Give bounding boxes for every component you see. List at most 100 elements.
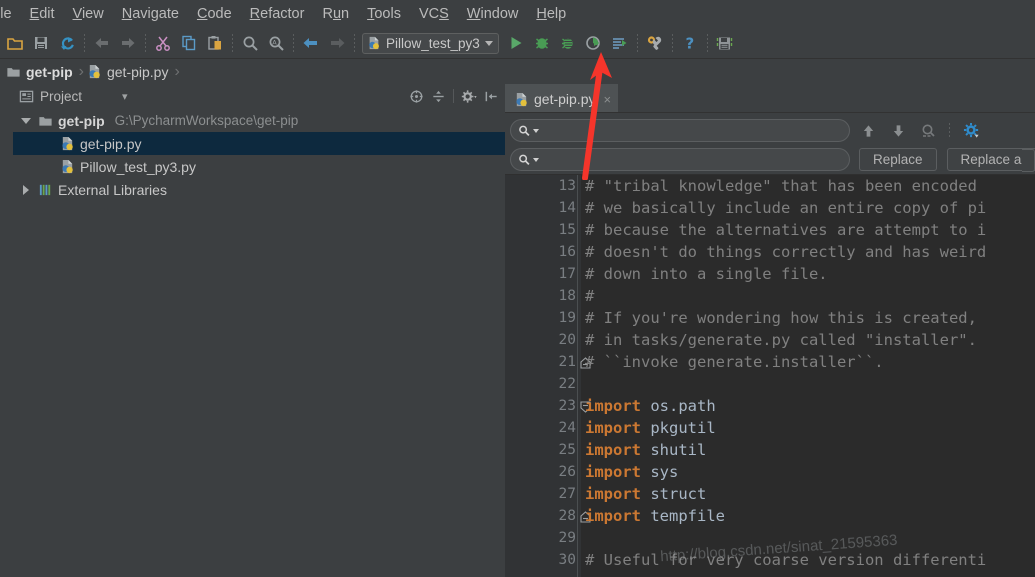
menu-item-tools[interactable]: Tools (358, 0, 410, 28)
code-line[interactable]: import pkgutil (585, 417, 1035, 439)
code-line[interactable]: # down into a single file. (585, 263, 1035, 285)
settings-wrench-icon[interactable] (642, 30, 668, 56)
find-icon[interactable] (237, 30, 263, 56)
gutter-line[interactable]: 22 (505, 373, 581, 395)
search-history-chevron-icon[interactable] (533, 128, 540, 133)
forward-icon[interactable] (324, 30, 350, 56)
run-configuration-selector[interactable]: Pillow_test_py3 (362, 32, 499, 54)
sdk-manager-icon[interactable] (712, 30, 738, 56)
code-line[interactable]: import sys (585, 461, 1035, 483)
menu-item-code[interactable]: Code (188, 0, 241, 28)
code-line[interactable] (585, 527, 1035, 549)
cut-icon[interactable] (150, 30, 176, 56)
menu-item-vcs[interactable]: VCS (410, 0, 458, 28)
gutter-line[interactable]: 16 (505, 241, 581, 263)
chevron-down-icon[interactable] (19, 117, 33, 124)
find-panel-overflow-button[interactable] (1022, 149, 1035, 172)
gutter-line[interactable]: 29 (505, 527, 581, 549)
close-icon[interactable]: × (603, 92, 611, 107)
run-dashboard-icon[interactable] (607, 30, 633, 56)
code-editor[interactable]: 13 14 15 16 17 18 19 20 21 22 23 24 25 26 27 28 29 30 # "… (505, 175, 1035, 577)
code-line[interactable]: # in tasks/generate.py called "installer… (585, 329, 1035, 351)
profile-icon[interactable] (581, 30, 607, 56)
gutter-line[interactable]: 13 (505, 175, 581, 197)
menu-item-window[interactable]: Window (458, 0, 528, 28)
project-tree[interactable]: get-pip G:\PycharmWorkspace\get-pip get-pi… (13, 108, 505, 577)
menu-item-ile[interactable]: ile (0, 0, 21, 28)
gutter-line[interactable]: 19 (505, 307, 581, 329)
find-previous-icon[interactable] (856, 120, 880, 142)
find-settings-gear-icon[interactable] (959, 120, 983, 142)
replace-icon[interactable]: A (263, 30, 289, 56)
gutter-line[interactable]: 23 (505, 395, 591, 417)
gutter-line[interactable]: 24 (505, 417, 581, 439)
menu-item-refactor[interactable]: Refactor (241, 0, 314, 28)
back-icon[interactable] (298, 30, 324, 56)
save-all-icon[interactable] (28, 30, 54, 56)
undo-icon[interactable] (89, 30, 115, 56)
search-input[interactable] (542, 123, 840, 138)
find-in-selection-icon[interactable] (916, 120, 940, 142)
gutter-line[interactable]: 18 (505, 285, 581, 307)
project-panel-dropdown-icon[interactable]: ▾ (122, 90, 128, 103)
open-icon[interactable] (2, 30, 28, 56)
replace-history-chevron-icon[interactable] (533, 157, 540, 162)
collapse-all-icon[interactable] (428, 86, 448, 106)
code-line[interactable]: # "tribal knowledge" that has been encod… (585, 175, 1035, 197)
code-line[interactable]: # If you're wondering how this is create… (585, 307, 1035, 329)
code-line[interactable]: # doesn't do things correctly and has we… (585, 241, 1035, 263)
settings-gear-icon[interactable] (459, 86, 479, 106)
code-line[interactable]: import struct (585, 483, 1035, 505)
find-next-icon[interactable] (886, 120, 910, 142)
code-line[interactable]: import os.path (585, 395, 1035, 417)
code-line[interactable]: # ``invoke generate.installer``. (585, 351, 1035, 373)
run-icon[interactable] (503, 30, 529, 56)
gutter-line[interactable]: 17 (505, 263, 581, 285)
project-tool-window: Project ▾ get-pip G:\PycharmWorkspace\ge… (13, 84, 505, 577)
line-number: 25 (558, 442, 576, 458)
gutter-line[interactable]: 26 (505, 461, 581, 483)
code-line[interactable]: # because the alternatives are attempt t… (585, 219, 1035, 241)
gutter-line[interactable]: 25 (505, 439, 581, 461)
run-coverage-icon[interactable] (555, 30, 581, 56)
menu-item-run[interactable]: Run (313, 0, 358, 28)
replace-input-wrapper[interactable] (510, 148, 850, 171)
replace-button[interactable]: Replace (859, 148, 937, 171)
code-line[interactable]: import shutil (585, 439, 1035, 461)
tree-node-external-libraries[interactable]: External Libraries (13, 178, 505, 201)
menu-item-navigate[interactable]: Navigate (113, 0, 188, 28)
menu-item-view[interactable]: View (64, 0, 113, 28)
code-line[interactable]: # (585, 285, 1035, 307)
debug-icon[interactable] (529, 30, 555, 56)
gutter-line[interactable]: 30 (505, 549, 581, 571)
code-line[interactable]: import tempfile (585, 505, 1035, 527)
gutter-line[interactable]: 28 (505, 505, 591, 527)
sync-icon[interactable] (54, 30, 80, 56)
tree-node-get-pip-py[interactable]: get-pip.py (13, 132, 505, 155)
tree-node-pillow-test-py3-py[interactable]: Pillow_test_py3.py (13, 155, 505, 178)
replace-input[interactable] (542, 152, 840, 167)
code-line[interactable] (585, 373, 1035, 395)
breadcrumb-item-get-pip-py[interactable]: get-pip.py (87, 64, 172, 80)
menu-item-edit[interactable]: Edit (21, 0, 64, 28)
copy-icon[interactable] (176, 30, 202, 56)
redo-icon[interactable] (115, 30, 141, 56)
chevron-right-icon[interactable] (19, 184, 33, 195)
menu-item-help[interactable]: Help (527, 0, 575, 28)
scroll-from-source-icon[interactable] (406, 86, 426, 106)
gutter-line[interactable]: 14 (505, 197, 581, 219)
paste-icon[interactable] (202, 30, 228, 56)
gutter-line[interactable]: 15 (505, 219, 581, 241)
gutter-line[interactable]: 21 (505, 351, 591, 373)
code-line[interactable]: # we basically include an entire copy of… (585, 197, 1035, 219)
breadcrumb-item-get-pip[interactable]: get-pip (6, 64, 77, 80)
editor-tab-get-pip[interactable]: get-pip.py × (505, 84, 619, 112)
gutter-line[interactable]: 20 (505, 329, 581, 351)
chevron-down-icon[interactable] (484, 40, 493, 46)
tree-node-get-pip[interactable]: get-pip G:\PycharmWorkspace\get-pip (13, 109, 505, 132)
hide-panel-icon[interactable] (481, 86, 501, 106)
code-line[interactable]: # Useful for very coarse version differe… (585, 549, 1035, 571)
gutter-line[interactable]: 27 (505, 483, 581, 505)
search-input-wrapper[interactable] (510, 119, 850, 142)
help-icon[interactable]: ? (677, 30, 703, 56)
